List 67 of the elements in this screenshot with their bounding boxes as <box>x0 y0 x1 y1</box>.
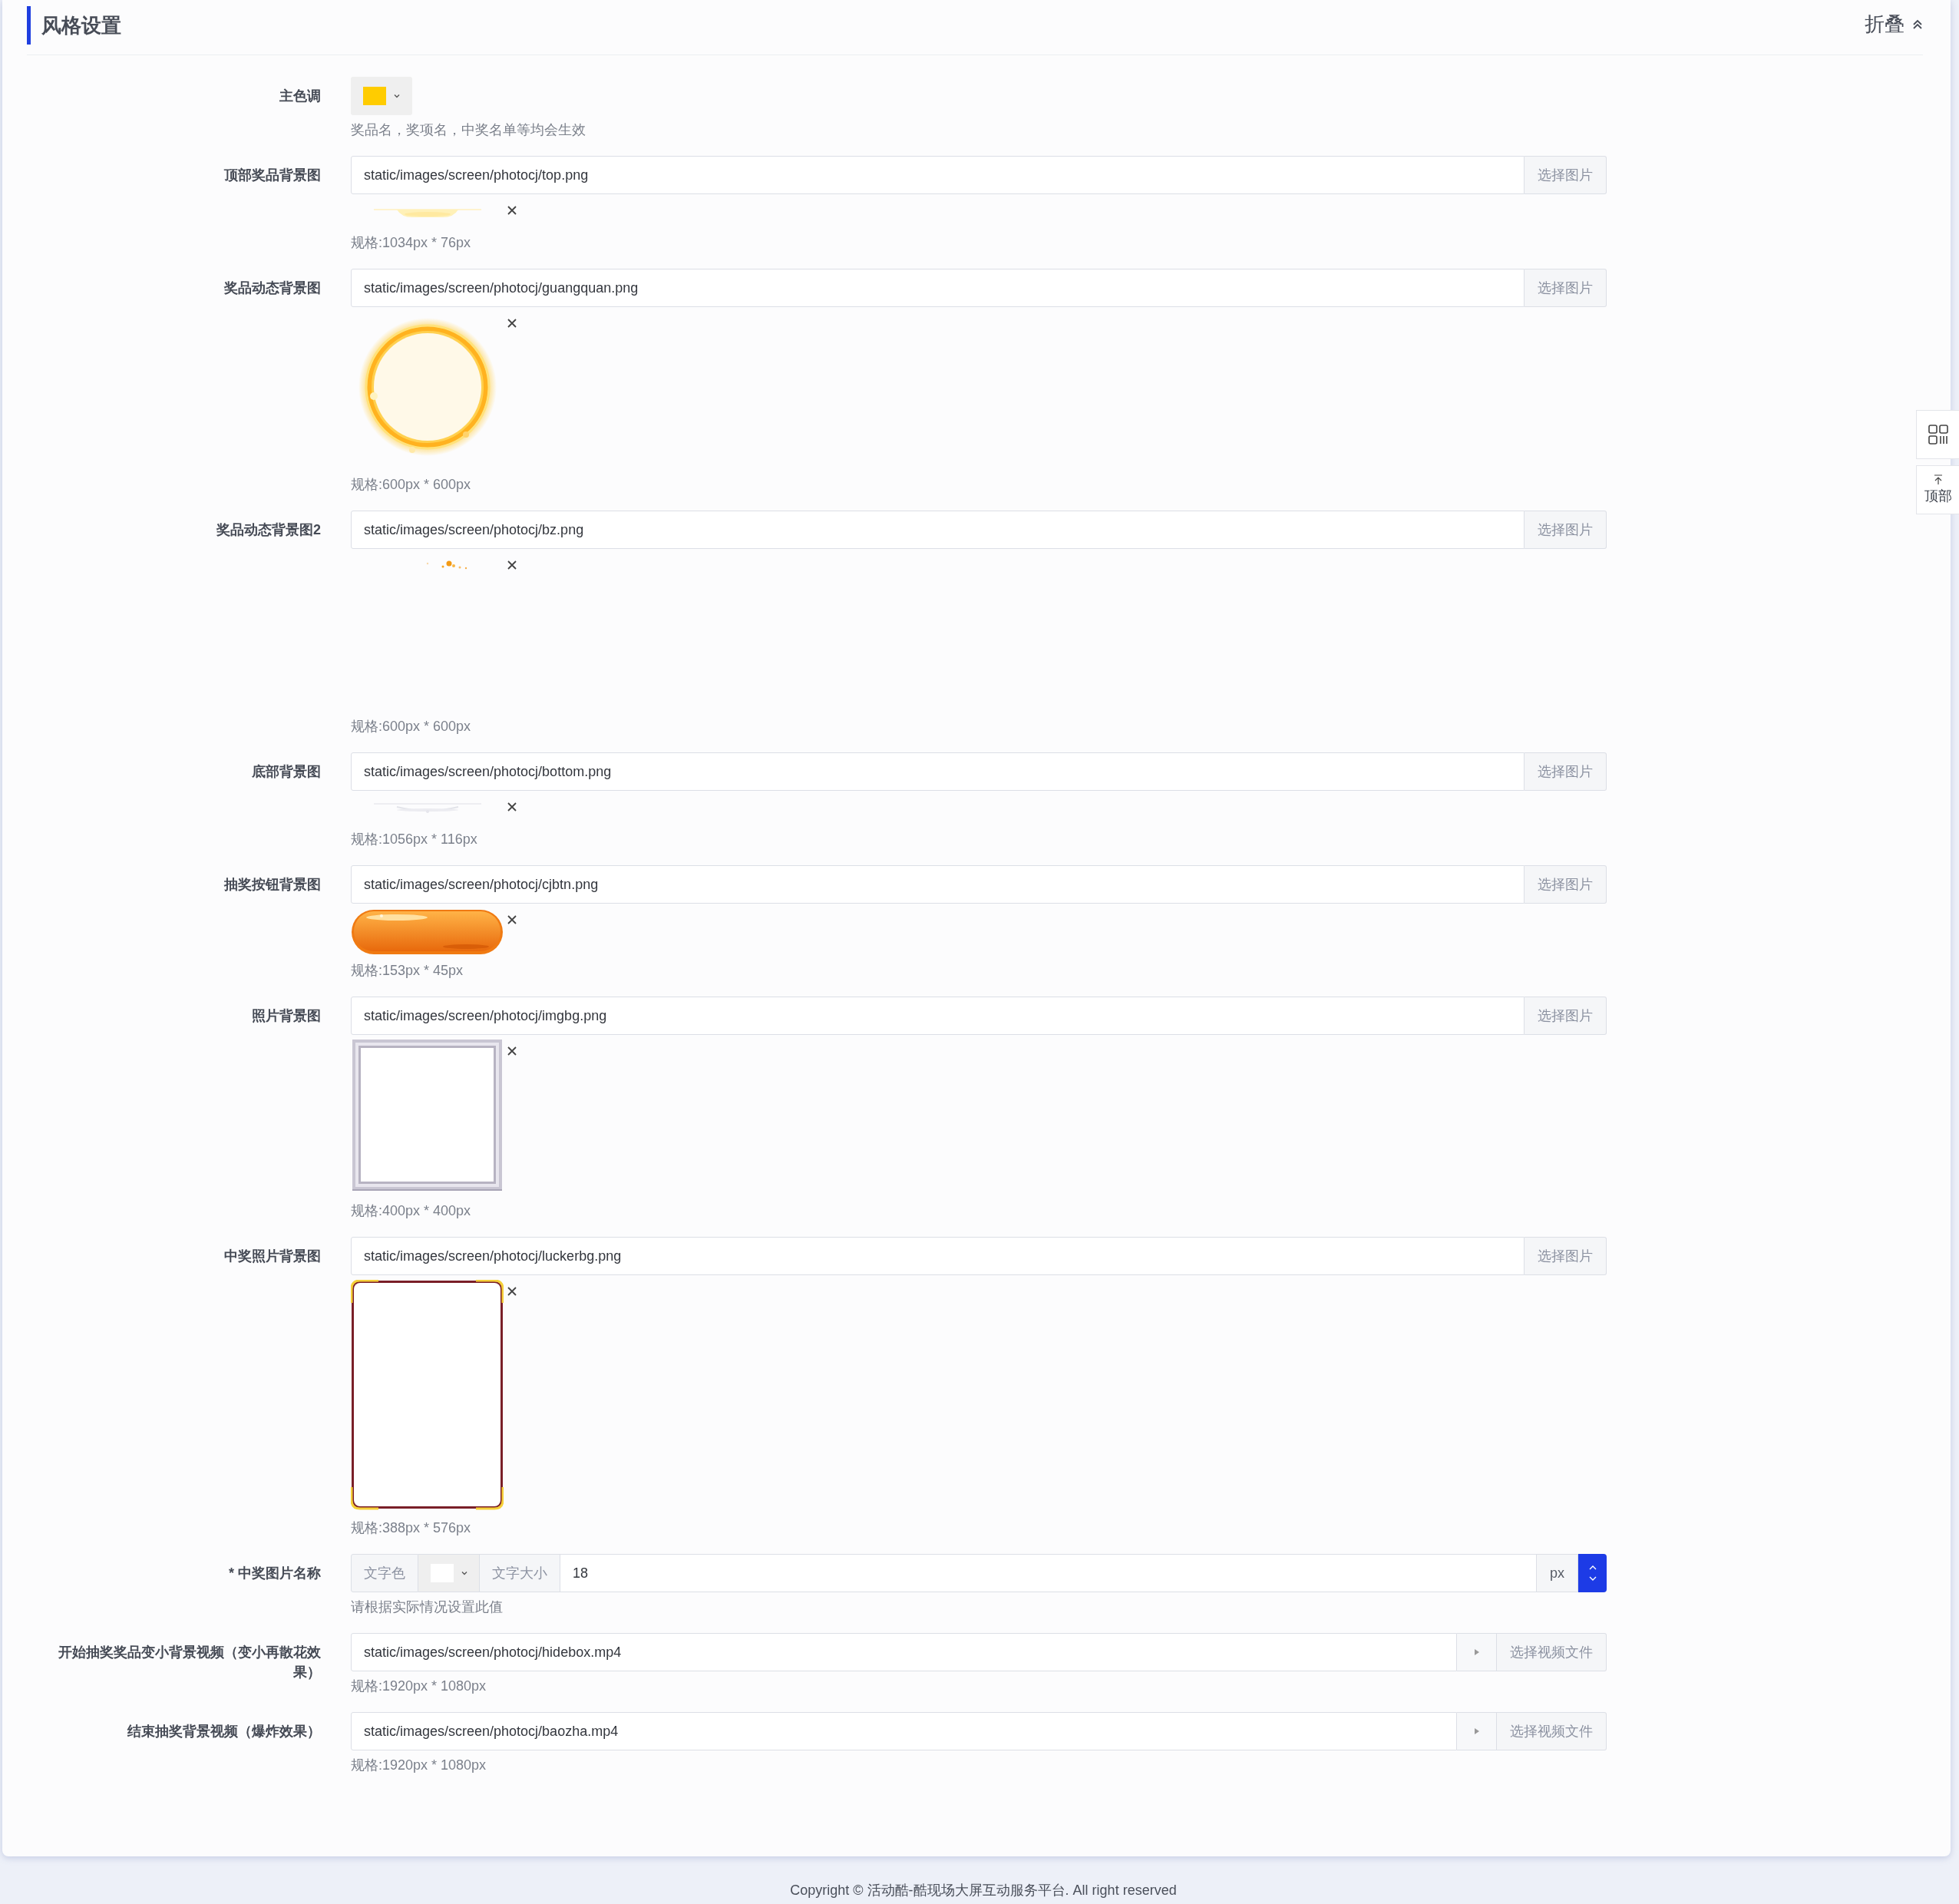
collapse-button[interactable]: 折叠 <box>1865 11 1923 38</box>
remove-image-button[interactable] <box>507 1046 517 1056</box>
close-icon <box>507 914 517 925</box>
field-label: * 中奖图片名称 <box>229 1565 321 1581</box>
field-label: 抽奖按钮背景图 <box>224 877 321 892</box>
accent-bar <box>27 6 31 45</box>
field-label: 主色调 <box>279 88 321 104</box>
path-input[interactable]: static/images/screen/photocj/luckerbg.png <box>351 1237 1525 1275</box>
field-label: 照片背景图 <box>252 1008 321 1023</box>
grid-button[interactable] <box>1916 410 1959 459</box>
field-label: 奖品动态背景图2 <box>216 522 321 537</box>
caret-icon <box>394 94 400 98</box>
close-icon <box>507 1286 517 1297</box>
stepper-button[interactable] <box>1578 1554 1607 1592</box>
grid-icon <box>1927 424 1949 445</box>
close-icon <box>507 802 517 812</box>
close-icon <box>507 318 517 329</box>
size-spec: 规格:1920px * 1080px <box>351 1757 487 1774</box>
field-label: 中奖照片背景图 <box>224 1248 321 1264</box>
size-spec: 规格:388px * 576px <box>351 1519 472 1537</box>
close-icon <box>507 1046 517 1056</box>
size-spec: 规格:600px * 600px <box>351 718 472 735</box>
path-input[interactable]: static/images/screen/photocj/hidebox.mp4 <box>351 1633 1457 1671</box>
path-input[interactable]: static/images/screen/photocj/imgbg.png <box>351 997 1525 1035</box>
remove-image-button[interactable] <box>507 914 517 925</box>
field-hint: 请根据实际情况设置此值 <box>351 1598 504 1616</box>
size-spec: 规格:153px * 45px <box>351 962 464 980</box>
section-title: 风格设置 <box>41 12 121 38</box>
field-hint: 奖品名，奖项名，中奖名单等均会生效 <box>351 121 586 139</box>
field-label: 顶部奖品背景图 <box>224 167 321 183</box>
remove-image-button[interactable] <box>507 1286 517 1297</box>
chevron-up-icon <box>1588 1565 1597 1570</box>
field-label: 底部背景图 <box>252 764 321 779</box>
size-spec: 规格:600px * 600px <box>351 476 472 494</box>
size-spec: 规格:1920px * 1080px <box>351 1678 487 1695</box>
size-spec: 规格:1056px * 116px <box>351 831 478 848</box>
remove-image-button[interactable] <box>507 560 517 570</box>
text-size-label: 文字大小 <box>480 1554 560 1592</box>
color-picker[interactable] <box>351 77 412 115</box>
path-input[interactable]: static/images/screen/photocj/baozha.mp4 <box>351 1712 1457 1750</box>
close-icon <box>507 560 517 570</box>
back-to-top-button[interactable]: 顶部 <box>1916 465 1959 514</box>
field-label: 奖品动态背景图 <box>224 280 321 296</box>
color-picker[interactable] <box>418 1554 480 1592</box>
path-input[interactable]: static/images/screen/photocj/cjbtn.png <box>351 865 1525 904</box>
arrow-up-icon <box>1933 474 1943 485</box>
remove-image-button[interactable] <box>507 205 517 216</box>
path-input[interactable]: static/images/screen/photocj/top.png <box>351 156 1525 194</box>
field-label: 开始抽奖奖品变小背景视频（变小再散花效果） <box>58 1645 321 1680</box>
close-icon <box>507 205 517 216</box>
chevrons-up-icon <box>1912 18 1923 30</box>
play-icon <box>1473 1727 1480 1735</box>
size-spec: 规格:1034px * 76px <box>351 234 472 252</box>
field-label: 结束抽奖背景视频（爆炸效果） <box>127 1724 321 1739</box>
chevron-down-icon <box>1588 1576 1597 1581</box>
size-spec: 规格:400px * 400px <box>351 1202 472 1220</box>
text-color-label: 文字色 <box>351 1554 418 1592</box>
path-input[interactable]: static/images/screen/photocj/bottom.png <box>351 752 1525 791</box>
copyright-text: Copyright © 活动酷-酷现场大屏互动服务平台. All right reserved <box>790 1882 1177 1899</box>
unit-label: px <box>1537 1554 1578 1592</box>
caret-icon <box>461 1571 467 1575</box>
remove-image-button[interactable] <box>507 802 517 812</box>
size-input[interactable]: 18 <box>560 1554 1537 1592</box>
path-input[interactable]: static/images/screen/photocj/guangquan.png <box>351 269 1525 307</box>
play-icon <box>1473 1648 1480 1656</box>
path-input[interactable]: static/images/screen/photocj/bz.png <box>351 511 1525 549</box>
remove-image-button[interactable] <box>507 318 517 329</box>
